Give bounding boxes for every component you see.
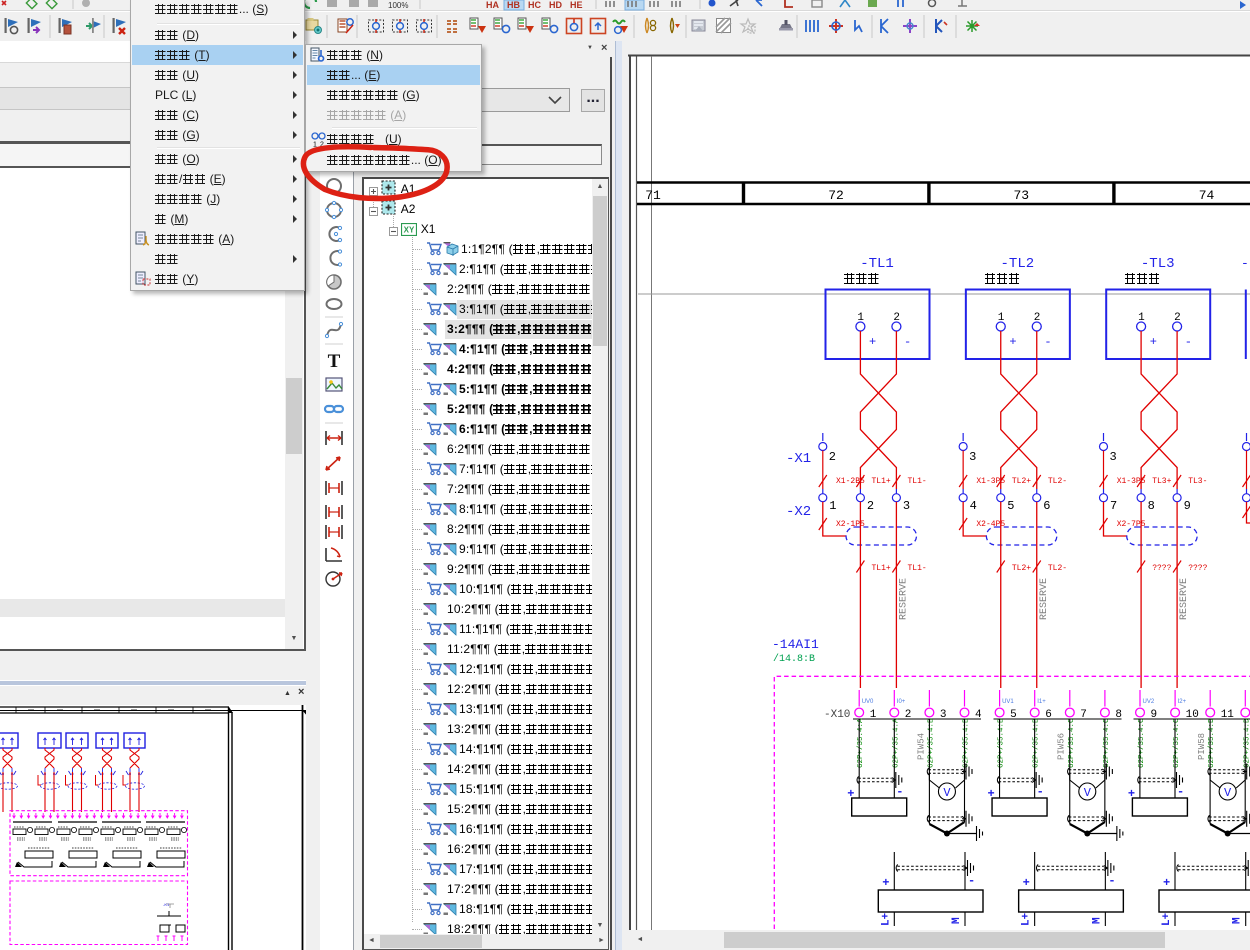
svg-text:-X1: -X1 — [786, 451, 811, 467]
svg-text:V: V — [1084, 786, 1092, 800]
svg-text:T: T — [328, 351, 341, 372]
svg-text:I1+: I1+ — [1037, 699, 1046, 705]
svg-text:-TL3: -TL3 — [1141, 256, 1175, 272]
svg-text:V: V — [1224, 786, 1232, 800]
svg-text:62P+/35.4:C: 62P+/35.4:C — [1138, 718, 1146, 768]
svg-text:TL1-: TL1- — [908, 564, 927, 573]
svg-text:TL2+: TL2+ — [1012, 477, 1031, 486]
svg-text:L+: L+ — [1161, 912, 1173, 926]
svg-text:-: - — [1177, 785, 1184, 799]
svg-text:62P+/35.4:C: 62P+/35.4:C — [1068, 718, 1076, 768]
svg-text:M: M — [1232, 917, 1244, 924]
svg-text:TL1+: TL1+ — [872, 477, 891, 486]
svg-text:I0+: I0+ — [897, 699, 906, 705]
svg-text:+: + — [1023, 876, 1030, 890]
svg-text:62P+/35.4:B: 62P+/35.4:B — [963, 718, 971, 768]
svg-text:TL3+: TL3+ — [1152, 477, 1171, 486]
svg-text:HC: HC — [528, 0, 541, 10]
svg-text:62P+/35.4:D: 62P+/35.4:D — [1208, 718, 1216, 768]
svg-text:UV1: UV1 — [1002, 699, 1014, 705]
svg-text:7: 7 — [1110, 499, 1117, 513]
svg-text:6: 6 — [1043, 499, 1050, 513]
svg-text:XY: XY — [404, 226, 415, 235]
svg-text:L+: L+ — [880, 912, 892, 926]
svg-text:+: + — [988, 787, 995, 801]
svg-text:-: - — [1185, 335, 1192, 349]
svg-text:X1-3P5: X1-3P5 — [1117, 477, 1146, 486]
svg-text:TL2-: TL2- — [1048, 564, 1067, 573]
svg-text:-: - — [896, 785, 903, 799]
svg-text:62P+/35.4:B: 62P+/35.4:B — [927, 718, 935, 768]
svg-text:-: - — [1241, 256, 1249, 271]
svg-text:+: + — [869, 335, 876, 349]
svg-text:L+: L+ — [1021, 912, 1033, 926]
svg-text:-: - — [1037, 785, 1044, 799]
svg-text:62P+/35.4:B: 62P+/35.4:B — [998, 718, 1006, 768]
svg-text:M: M — [951, 917, 963, 924]
svg-text:RESERVE: RESERVE — [899, 578, 910, 620]
svg-text:62P+/35.4:A: 62P+/35.4:A — [892, 718, 900, 768]
svg-text:5: 5 — [1007, 499, 1014, 513]
svg-text:X1-2B5: X1-2B5 — [836, 477, 865, 486]
svg-text:PIW54: PIW54 — [916, 733, 926, 760]
svg-text:4: 4 — [970, 499, 977, 513]
svg-text:-TL2: -TL2 — [1001, 256, 1035, 272]
svg-text:3: 3 — [969, 450, 976, 464]
svg-text:-: - — [1044, 335, 1051, 349]
svg-text:HD: HD — [549, 0, 562, 10]
svg-text:+: + — [1009, 335, 1016, 349]
svg-text:1: 1 — [829, 499, 836, 513]
svg-text:TL3-: TL3- — [1188, 477, 1207, 486]
svg-text:3: 3 — [1110, 450, 1117, 464]
svg-text:-: - — [968, 874, 975, 888]
svg-text:HE: HE — [570, 0, 583, 10]
svg-text:HB: HB — [507, 0, 520, 10]
svg-text:62P+/35.4:C: 62P+/35.4:C — [1173, 718, 1181, 768]
svg-text:????: ???? — [1188, 564, 1207, 573]
svg-text:2: 2 — [829, 450, 836, 464]
svg-text:-K1: -K1 — [163, 902, 170, 907]
svg-text:8: 8 — [1148, 499, 1155, 513]
svg-text:74: 74 — [1199, 188, 1215, 203]
svg-text:62P+/35.4:D: 62P+/35.4:D — [1243, 718, 1250, 768]
svg-text:62P+/35.4:A: 62P+/35.4:A — [857, 718, 865, 768]
svg-text:+: + — [1128, 787, 1135, 801]
svg-text:UV0: UV0 — [862, 699, 874, 705]
svg-text:UV2: UV2 — [1143, 699, 1155, 705]
svg-text:TL2-: TL2- — [1048, 477, 1067, 486]
svg-text:-X2: -X2 — [786, 504, 811, 520]
svg-text:-TL1: -TL1 — [860, 256, 894, 272]
svg-text:9: 9 — [1184, 499, 1191, 513]
svg-text:72: 72 — [828, 188, 844, 203]
svg-text:71: 71 — [645, 188, 661, 203]
svg-text:V: V — [943, 786, 951, 800]
svg-text:M: M — [1091, 917, 1103, 924]
svg-text:/14.8:B: /14.8:B — [773, 653, 815, 665]
svg-text:+: + — [847, 787, 854, 801]
svg-text:73: 73 — [1013, 188, 1029, 203]
svg-text:I2+: I2+ — [1178, 699, 1187, 705]
svg-text:62P+/35.4:C: 62P+/35.4:C — [1103, 718, 1111, 768]
svg-text:-X10: -X10 — [824, 709, 850, 721]
svg-text:X1-3P5: X1-3P5 — [976, 477, 1005, 486]
svg-text:TL1+: TL1+ — [872, 564, 891, 573]
svg-text:TL2+: TL2+ — [1012, 564, 1031, 573]
svg-text:2: 2 — [867, 499, 874, 513]
svg-text:TL1-: TL1- — [908, 477, 927, 486]
svg-text:3: 3 — [903, 499, 910, 513]
svg-text:????: ???? — [1152, 564, 1171, 573]
svg-text:+: + — [1150, 335, 1157, 349]
svg-text:62P+/35.4:B: 62P+/35.4:B — [1033, 718, 1041, 768]
svg-text:RESERVE: RESERVE — [1039, 578, 1050, 620]
svg-text:PIW58: PIW58 — [1197, 733, 1207, 760]
svg-text:100%: 100% — [388, 1, 408, 10]
svg-text:RESERVE: RESERVE — [1179, 578, 1190, 620]
svg-text:HA: HA — [486, 0, 499, 10]
svg-text:+: + — [882, 876, 889, 890]
svg-text:-: - — [904, 335, 911, 349]
svg-text:-: - — [1108, 874, 1115, 888]
svg-text:-14AI1: -14AI1 — [772, 637, 819, 652]
svg-text:PIW56: PIW56 — [1057, 733, 1067, 760]
svg-text:+: + — [1163, 876, 1170, 890]
